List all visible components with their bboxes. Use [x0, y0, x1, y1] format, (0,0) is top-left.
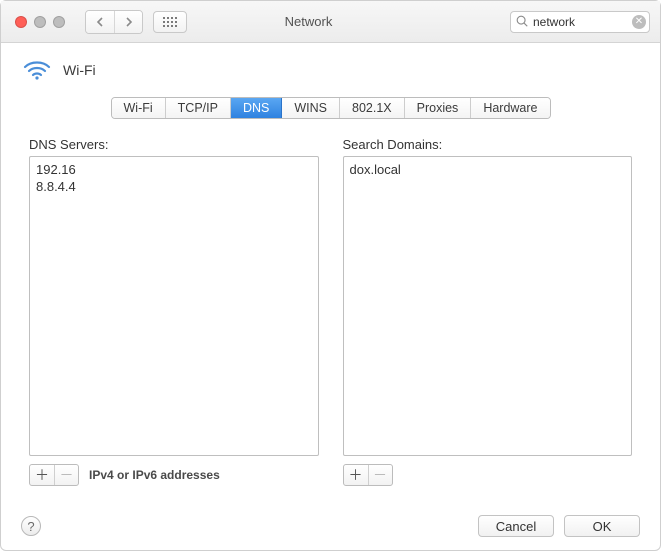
titlebar: Network ✕	[1, 1, 660, 43]
add-search-domain-button[interactable]: ＋	[344, 465, 368, 485]
add-dns-server-button[interactable]: ＋	[30, 465, 54, 485]
cancel-button[interactable]: Cancel	[478, 515, 554, 537]
help-button[interactable]: ?	[21, 516, 41, 536]
help-icon: ?	[27, 519, 34, 534]
tab-wifi[interactable]: Wi-Fi	[112, 98, 166, 118]
tab-dns[interactable]: DNS	[231, 98, 282, 118]
search-domains-label: Search Domains:	[343, 137, 633, 152]
window-controls	[11, 16, 65, 28]
search-domains-list[interactable]: dox.local	[343, 156, 633, 456]
remove-dns-server-button[interactable]: －	[54, 465, 78, 485]
search-domains-pm: ＋ －	[343, 464, 393, 486]
remove-search-domain-button[interactable]: －	[368, 465, 392, 485]
search-field-wrap: ✕	[510, 11, 650, 33]
dns-servers-label: DNS Servers:	[29, 137, 319, 152]
tab-hardware[interactable]: Hardware	[471, 98, 549, 118]
dns-servers-controls: ＋ － IPv4 or IPv6 addresses	[29, 464, 319, 486]
connection-name: Wi-Fi	[63, 62, 96, 78]
list-item[interactable]: dox.local	[350, 161, 626, 178]
minimize-window-button[interactable]	[34, 16, 46, 28]
connection-header: Wi-Fi	[21, 55, 640, 93]
back-button[interactable]	[86, 11, 114, 33]
search-input[interactable]	[510, 11, 650, 33]
tab-strip: Wi-Fi TCP/IP DNS WINS 802.1X Proxies Har…	[21, 97, 640, 119]
search-icon	[515, 14, 529, 28]
list-item[interactable]: 192.16	[36, 161, 312, 178]
dns-columns: DNS Servers: 192.16 8.8.4.4 ＋ － IPv4 or …	[21, 135, 640, 486]
dns-servers-column: DNS Servers: 192.16 8.8.4.4 ＋ － IPv4 or …	[29, 137, 319, 486]
tab-wins[interactable]: WINS	[282, 98, 340, 118]
search-domains-controls: ＋ －	[343, 464, 633, 486]
search-domains-column: Search Domains: dox.local ＋ －	[343, 137, 633, 486]
zoom-window-button[interactable]	[53, 16, 65, 28]
ok-button[interactable]: OK	[564, 515, 640, 537]
tab-8021x[interactable]: 802.1X	[340, 98, 405, 118]
tabs: Wi-Fi TCP/IP DNS WINS 802.1X Proxies Har…	[111, 97, 551, 119]
content-area: Wi-Fi Wi-Fi TCP/IP DNS WINS 802.1X Proxi…	[1, 43, 660, 502]
chevron-left-icon	[96, 17, 104, 27]
dns-servers-list[interactable]: 192.16 8.8.4.4	[29, 156, 319, 456]
tab-proxies[interactable]: Proxies	[405, 98, 472, 118]
dns-servers-pm: ＋ －	[29, 464, 79, 486]
tab-tcpip[interactable]: TCP/IP	[166, 98, 231, 118]
list-item[interactable]: 8.8.4.4	[36, 178, 312, 195]
network-preferences-window: Network ✕ Wi-Fi Wi-Fi TCP/IP DNS WINS 80	[0, 0, 661, 551]
dns-hint: IPv4 or IPv6 addresses	[89, 468, 220, 482]
footer: ? Cancel OK	[1, 502, 660, 550]
clear-search-button[interactable]: ✕	[632, 15, 646, 29]
close-window-button[interactable]	[15, 16, 27, 28]
window-title: Network	[117, 14, 500, 29]
wifi-icon	[23, 59, 51, 81]
